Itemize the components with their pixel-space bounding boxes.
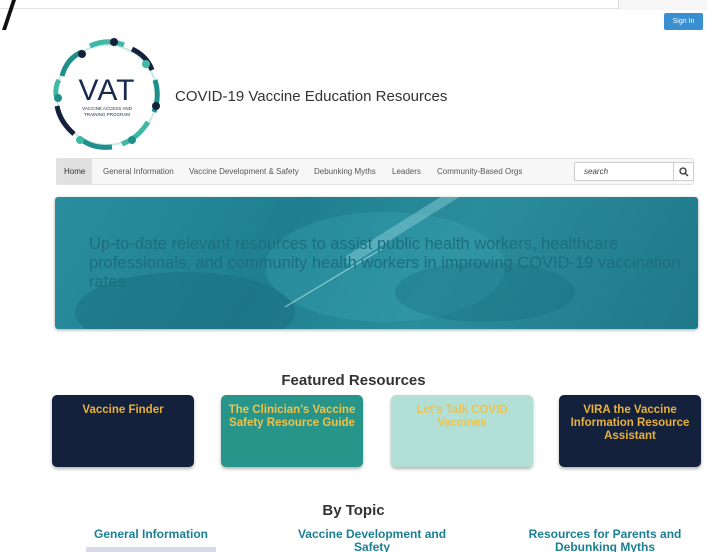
card-lets-talk-covid-vaccines[interactable]: Let's Talk COVID Vaccines — [391, 395, 533, 467]
hero-text: Up-to-date relevant resources to assist … — [89, 235, 681, 291]
sign-in-button[interactable]: Sign In — [664, 13, 703, 30]
top-browser-tab — [618, 0, 707, 10]
vat-logo[interactable]: VAT VACCINE ACCESS AND TRAINING PROGRAM — [42, 36, 172, 154]
nav-general-information[interactable]: General Information — [96, 159, 181, 184]
card-vira-vaccine-assistant[interactable]: VIRA the Vaccine Information Resource As… — [559, 395, 701, 467]
topic-thumbnail-image[interactable] — [86, 547, 216, 552]
logo-text: VAT — [79, 74, 136, 107]
logo-subtitle-1: VACCINE ACCESS AND — [82, 106, 132, 111]
nav-leaders[interactable]: Leaders — [385, 159, 428, 184]
nav-community-based-orgs[interactable]: Community-Based Orgs — [430, 159, 529, 184]
hero-banner: Up-to-date relevant resources to assist … — [55, 197, 698, 329]
search-button[interactable] — [674, 162, 694, 181]
main-navbar: Home General Information Vaccine Develop… — [56, 158, 694, 185]
nav-home[interactable]: Home — [57, 159, 93, 184]
magnifier-icon — [678, 166, 688, 176]
card-label: The Clinician's Vaccine Safety Resource … — [228, 404, 356, 429]
card-label: VIRA the Vaccine Information Resource As… — [570, 404, 690, 442]
topic-vaccine-development-safety[interactable]: Vaccine Development and Safety — [297, 528, 447, 552]
nav-debunking-myths[interactable]: Debunking Myths — [307, 159, 383, 184]
logo-subtitle-2: TRAINING PROGRAM — [84, 112, 130, 117]
card-label: Let's Talk COVID Vaccines — [416, 404, 508, 429]
nav-vaccine-development-safety[interactable]: Vaccine Development & Safety — [182, 159, 306, 184]
corner-slash-mark — [2, 0, 16, 30]
card-vaccine-finder[interactable]: Vaccine Finder — [52, 395, 194, 467]
site-title[interactable]: COVID-19 Vaccine Education Resources — [175, 88, 447, 105]
search-input[interactable] — [574, 162, 674, 181]
top-divider — [0, 8, 707, 9]
card-clinician-vaccine-safety-guide[interactable]: The Clinician's Vaccine Safety Resource … — [221, 395, 363, 467]
featured-resources-heading: Featured Resources — [281, 372, 426, 389]
card-label: Vaccine Finder — [82, 404, 164, 416]
by-topic-heading: By Topic — [322, 502, 385, 519]
topic-parents-debunking-myths[interactable]: Resources for Parents and Debunking Myth… — [520, 528, 690, 552]
topic-general-information[interactable]: General Information — [75, 528, 227, 541]
